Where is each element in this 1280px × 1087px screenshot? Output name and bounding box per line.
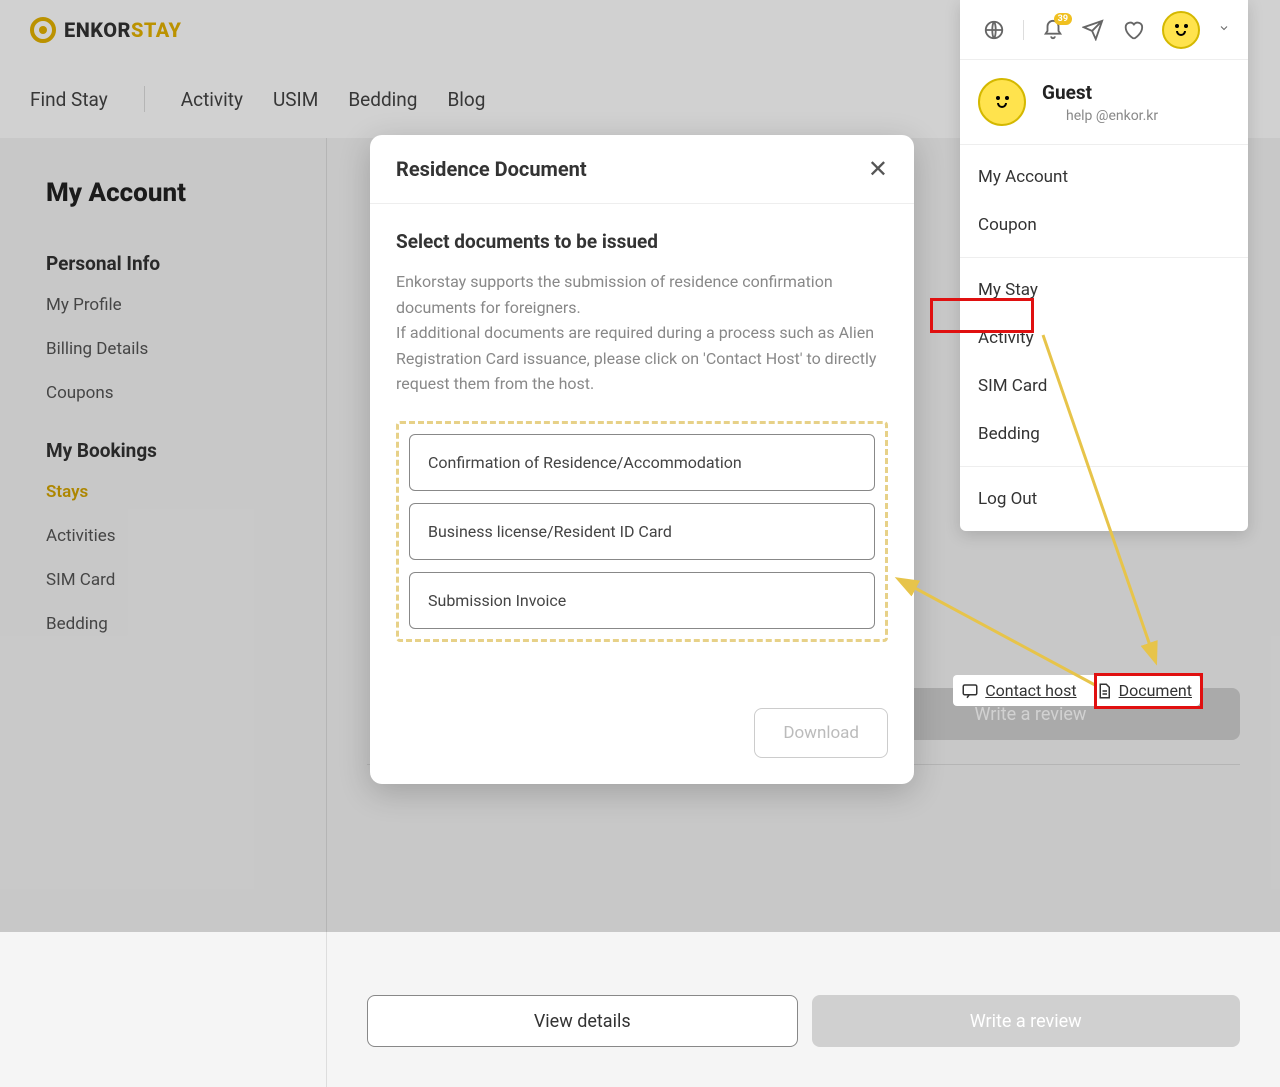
contact-host-label: Contact host [985,681,1076,700]
doc-option-submission-invoice[interactable]: Submission Invoice [409,572,875,629]
dd-section-2: My Stay Activity SIM Card Bedding [960,257,1248,466]
dd-log-out[interactable]: Log Out [960,475,1248,523]
booking-action-row: Contact host Document [953,675,1200,706]
document-label: Document [1119,681,1192,700]
notification-badge: 39 [1054,13,1072,25]
dropdown-profile: Guest help @enkor.kr [960,60,1248,144]
modal-footer: Download [370,708,914,784]
heart-icon[interactable] [1122,19,1144,41]
contact-host-link[interactable]: Contact host [961,681,1076,700]
dd-my-account[interactable]: My Account [960,153,1248,201]
language-icon[interactable] [983,19,1005,41]
view-details-button[interactable]: View details [367,995,798,1047]
residence-document-modal: Residence Document ✕ Select documents to… [370,135,914,784]
document-options-group: Confirmation of Residence/Accommodation … [396,421,888,642]
chat-icon [961,682,979,700]
modal-body: Select documents to be issued Enkorstay … [370,204,914,668]
dd-activity[interactable]: Activity [960,314,1248,362]
modal-description: Enkorstay supports the submission of res… [396,269,888,397]
dd-section-1: My Account Coupon [960,144,1248,257]
modal-title: Residence Document [396,157,587,181]
send-icon[interactable] [1082,19,1104,41]
dropdown-email: help @enkor.kr [1066,108,1158,124]
dd-sim-card[interactable]: SIM Card [960,362,1248,410]
booking-card-lower-buttons: View details Write a review [367,995,1240,1047]
profile-dropdown: 39 Guest help @enkor.kr My Account Coupo… [960,0,1248,531]
document-link[interactable]: Document [1095,681,1192,700]
write-review-button[interactable]: Write a review [812,995,1241,1047]
dropdown-username: Guest [1042,81,1158,104]
dd-coupon[interactable]: Coupon [960,201,1248,249]
modal-header: Residence Document ✕ [370,135,914,204]
dd-my-stay[interactable]: My Stay [960,266,1248,314]
dd-bedding[interactable]: Bedding [960,410,1248,458]
close-icon[interactable]: ✕ [868,157,888,181]
doc-option-business-license[interactable]: Business license/Resident ID Card [409,503,875,560]
avatar[interactable] [1162,11,1200,49]
dropdown-iconbar: 39 [960,0,1248,60]
dropdown-avatar [978,78,1026,126]
download-button[interactable]: Download [754,708,888,758]
modal-subtitle: Select documents to be issued [396,230,888,253]
document-icon [1095,682,1113,700]
dd-divider [1023,20,1024,40]
doc-option-confirmation[interactable]: Confirmation of Residence/Accommodation [409,434,875,491]
chevron-down-icon[interactable] [1218,19,1230,41]
dd-section-3: Log Out [960,466,1248,531]
bell-icon[interactable]: 39 [1042,19,1064,41]
